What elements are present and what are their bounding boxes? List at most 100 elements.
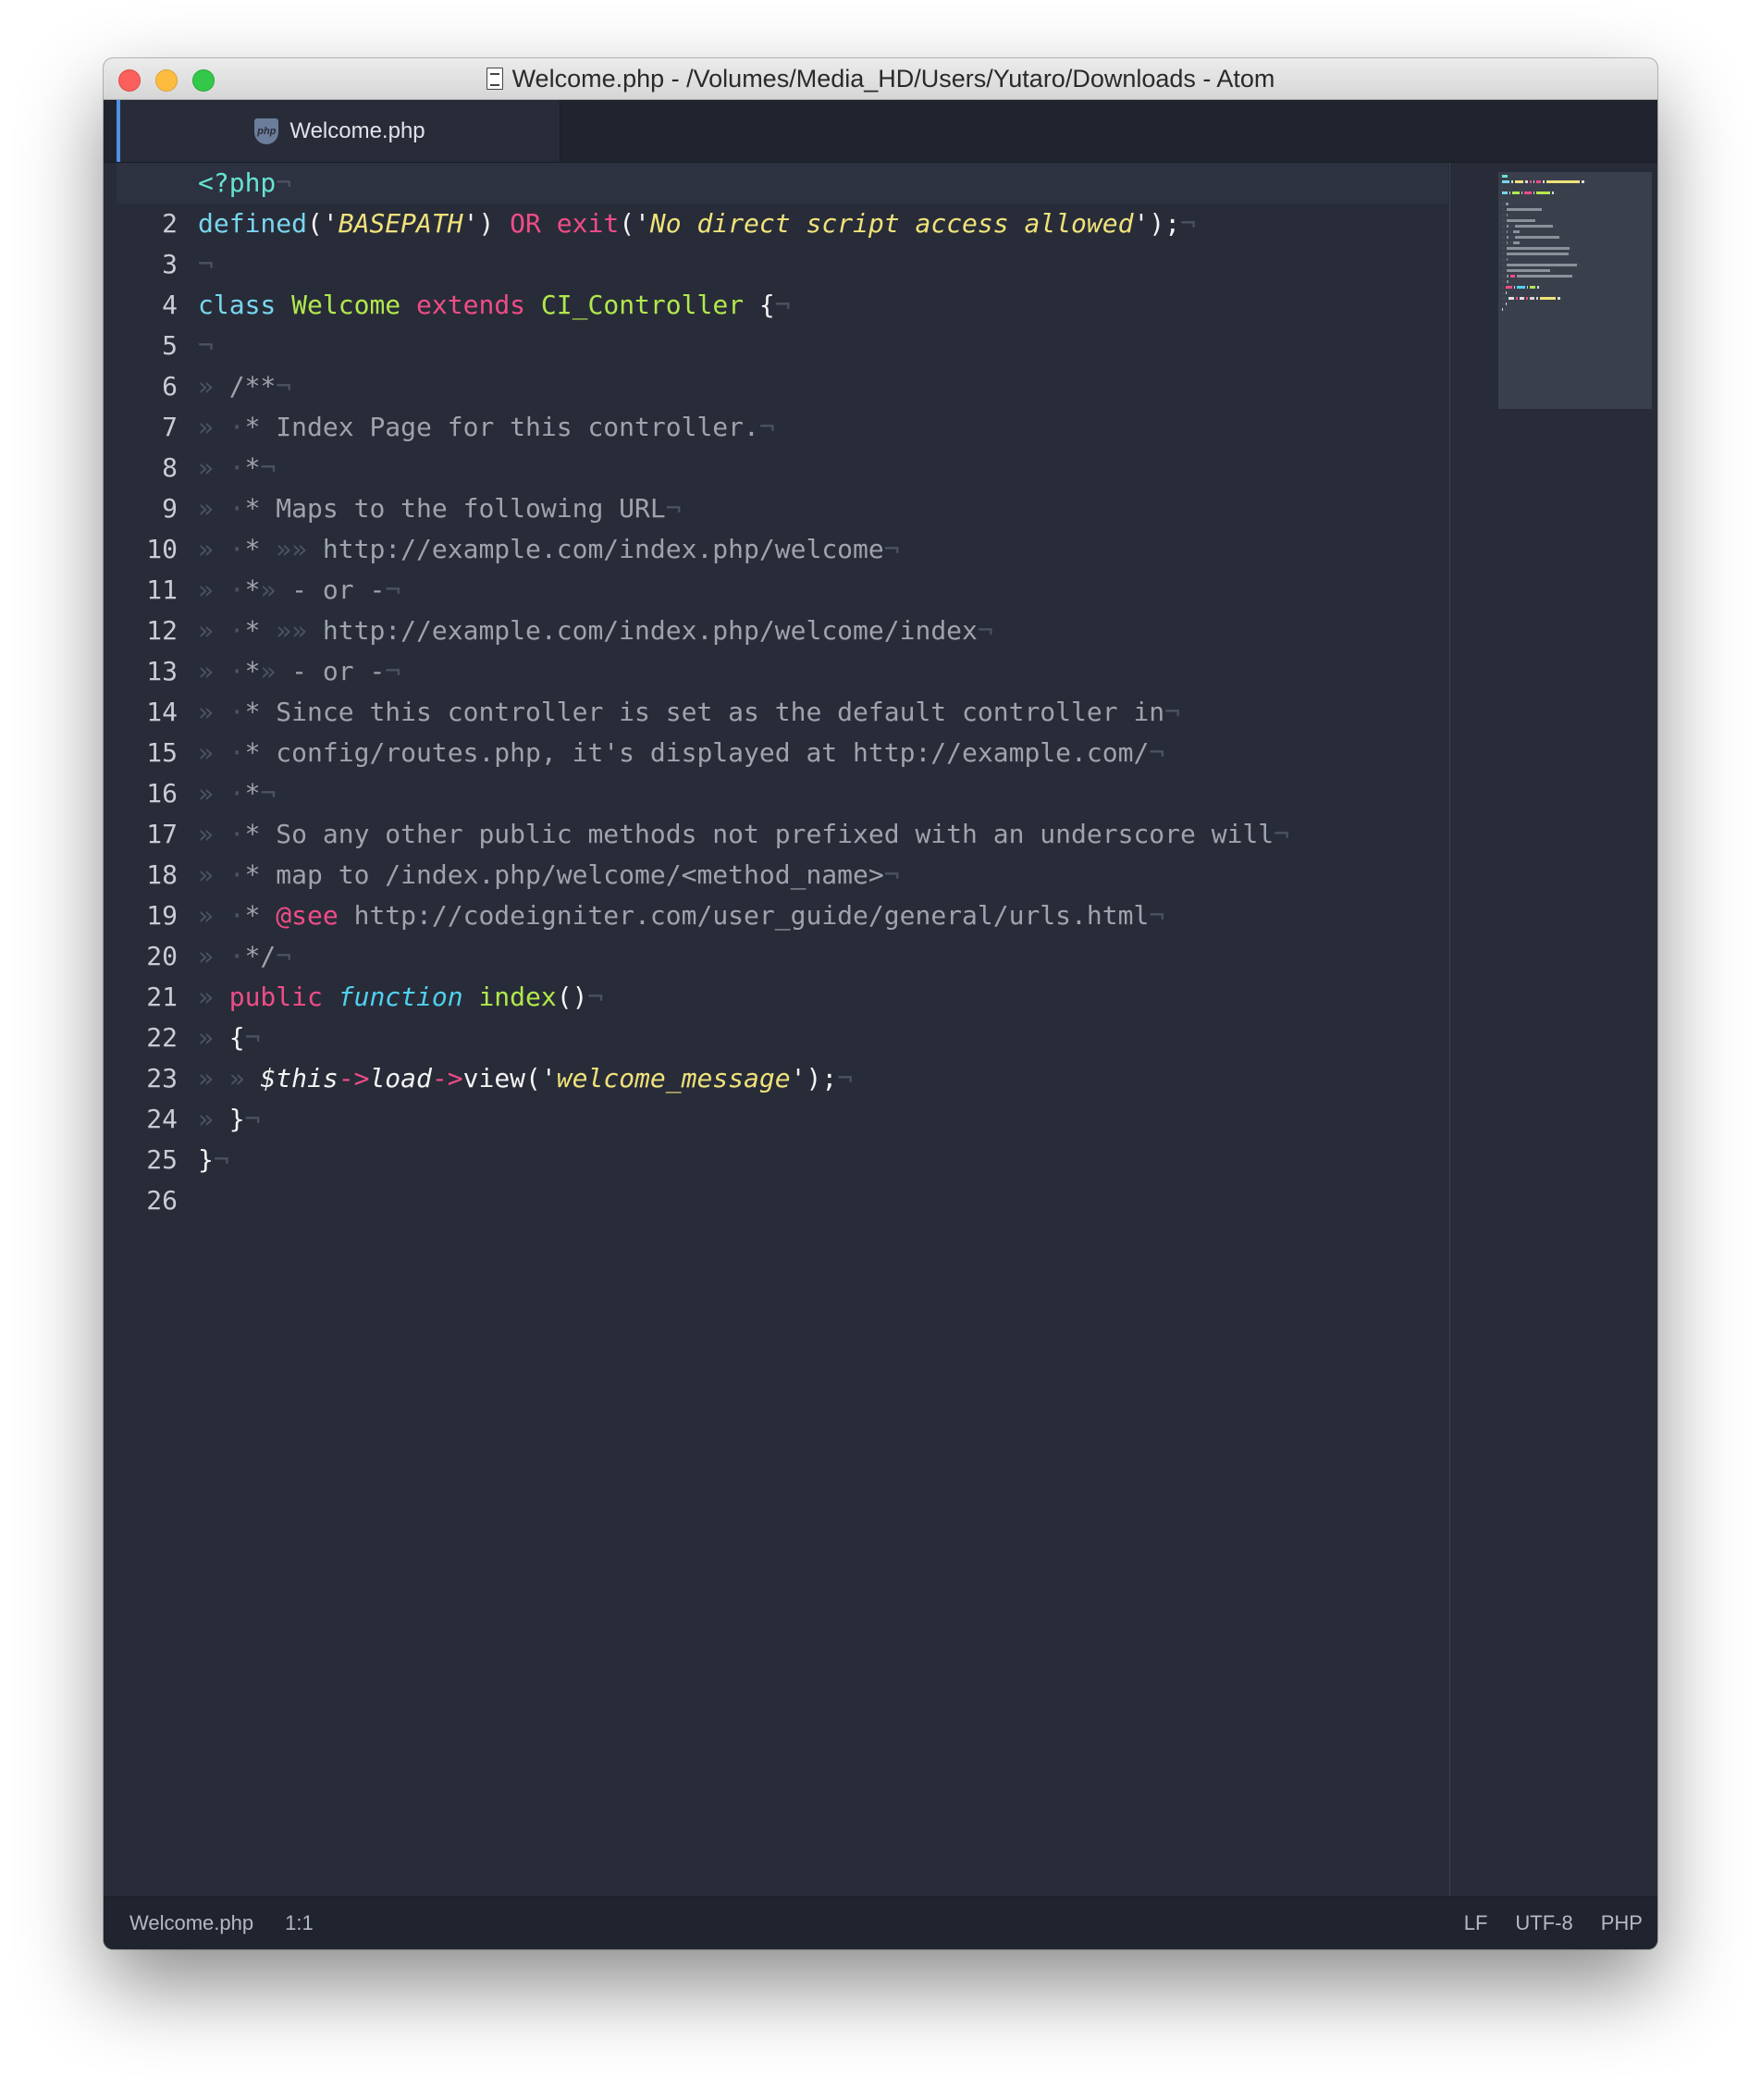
line-number[interactable]: 2: [117, 204, 181, 244]
code-token: ¬: [276, 371, 292, 401]
status-cursor-position[interactable]: 1:1: [285, 1911, 314, 1935]
code-line[interactable]: » ·* So any other public methods not pre…: [198, 814, 1448, 855]
code-token: defined: [198, 208, 308, 239]
code-line[interactable]: » ·* @see http://codeigniter.com/user_gu…: [198, 896, 1448, 936]
code-token: ¬: [244, 1022, 261, 1053]
line-number[interactable]: 23: [117, 1058, 181, 1099]
minimap-line: [1502, 241, 1652, 244]
code-token: (): [556, 982, 588, 1012]
code-token: » ·: [198, 859, 245, 890]
line-number[interactable]: 11: [117, 570, 181, 611]
code-token: *: [244, 900, 277, 931]
code-token: » ·: [198, 941, 245, 971]
status-grammar[interactable]: PHP: [1601, 1911, 1643, 1935]
line-number[interactable]: 9: [117, 488, 181, 529]
line-number-gutter[interactable]: 1234567891011121314151617181920212223242…: [117, 163, 181, 1896]
line-number[interactable]: 21: [117, 977, 181, 1018]
line-number[interactable]: 26: [117, 1180, 181, 1221]
code-token: * Since this controller is set as the de…: [244, 697, 1165, 727]
code-token: ');: [1133, 208, 1181, 239]
code-token: }: [228, 1104, 245, 1134]
code-line[interactable]: » /**¬: [198, 366, 1448, 407]
line-number[interactable]: 10: [117, 529, 181, 570]
line-number[interactable]: 12: [117, 611, 181, 651]
minimap[interactable]: [1498, 172, 1652, 409]
minimap-line: [1502, 219, 1652, 222]
code-line[interactable]: » ·*¬: [198, 448, 1448, 488]
line-number[interactable]: 5: [117, 326, 181, 366]
minimap-line: [1502, 214, 1652, 216]
window-title-wrap: Welcome.php - /Volumes/Media_HD/Users/Yu…: [104, 58, 1657, 99]
code-token: (': [525, 1063, 557, 1093]
code-line[interactable]: » » $this->load->view('welcome_message')…: [198, 1058, 1448, 1099]
text-editor[interactable]: 1234567891011121314151617181920212223242…: [117, 163, 1450, 1896]
code-line[interactable]: » ·* Index Page for this controller.¬: [198, 407, 1448, 448]
code-token: (': [307, 208, 339, 239]
code-token: * So any other public methods not prefix…: [244, 819, 1275, 849]
line-number[interactable]: 17: [117, 814, 181, 855]
tab-bar: php Welcome.php: [104, 100, 1657, 163]
code-token: *: [244, 615, 277, 646]
code-token: <?php: [198, 167, 277, 198]
code-token: ¬: [1164, 697, 1181, 727]
line-number[interactable]: 7: [117, 407, 181, 448]
code-line[interactable]: defined('BASEPATH') OR exit('No direct s…: [198, 204, 1448, 244]
status-encoding[interactable]: UTF-8: [1515, 1911, 1572, 1935]
line-number[interactable]: 8: [117, 448, 181, 488]
code-line[interactable]: » ·* Since this controller is set as the…: [198, 692, 1448, 733]
code-line[interactable]: » {¬: [198, 1018, 1448, 1058]
line-number[interactable]: 19: [117, 896, 181, 936]
minimap-line: [1502, 275, 1652, 278]
line-number[interactable]: 16: [117, 773, 181, 814]
code-line[interactable]: class Welcome extends CI_Controller {¬: [198, 285, 1448, 326]
title-bar: Welcome.php - /Volumes/Media_HD/Users/Yu…: [104, 58, 1657, 100]
line-number[interactable]: 24: [117, 1099, 181, 1140]
code-line[interactable]: <?php¬: [117, 163, 1448, 204]
line-number[interactable]: 6: [117, 366, 181, 407]
line-number[interactable]: 4: [117, 285, 181, 326]
code-token: » ·: [198, 615, 245, 646]
code-line[interactable]: » ·*¬: [198, 773, 1448, 814]
code-line[interactable]: ¬: [198, 326, 1448, 366]
line-number[interactable]: 25: [117, 1140, 181, 1180]
code-token: »: [198, 1104, 229, 1134]
code-line[interactable]: » ·* »» http://example.com/index.php/wel…: [198, 529, 1448, 570]
code-token: CI_Controller: [540, 290, 745, 320]
status-line-ending[interactable]: LF: [1464, 1911, 1488, 1935]
status-bar: Welcome.php 1:1 LF UTF-8 PHP: [104, 1896, 1657, 1949]
code-token: {: [228, 1022, 245, 1053]
code-area[interactable]: <?php¬ defined('BASEPATH') OR exit('No di…: [117, 163, 1448, 1896]
code-line[interactable]: » public function index()¬: [198, 977, 1448, 1018]
tab-welcome-php[interactable]: php Welcome.php: [117, 100, 560, 162]
code-token: ¬: [1149, 900, 1165, 931]
code-line[interactable]: » ·* map to /index.php/welcome/<method_n…: [198, 855, 1448, 896]
code-line[interactable]: [198, 1180, 1448, 1221]
code-line[interactable]: }¬: [198, 1140, 1448, 1180]
line-number[interactable]: 22: [117, 1018, 181, 1058]
code-line[interactable]: » ·* config/routes.php, it's displayed a…: [198, 733, 1448, 773]
code-line[interactable]: ¬: [198, 244, 1448, 285]
code-token: ¬: [260, 778, 277, 809]
minimap-line: [1502, 175, 1652, 178]
code-line[interactable]: » ·* »» http://example.com/index.php/wel…: [198, 611, 1448, 651]
code-token: »»: [276, 534, 323, 564]
code-token: ¬: [198, 249, 214, 279]
code-token: ¬: [276, 941, 292, 971]
line-number[interactable]: 15: [117, 733, 181, 773]
code-line[interactable]: » ·*/¬: [198, 936, 1448, 977]
code-line[interactable]: » ·*» - or -¬: [198, 651, 1448, 692]
line-number[interactable]: 3: [117, 244, 181, 285]
code-line[interactable]: » ·* Maps to the following URL¬: [198, 488, 1448, 529]
code-token: function: [338, 982, 463, 1012]
line-number[interactable]: 20: [117, 936, 181, 977]
status-file-name[interactable]: Welcome.php: [129, 1911, 253, 1935]
code-token: ¬: [977, 615, 993, 646]
code-token: ¬: [260, 452, 277, 483]
code-token: {: [744, 290, 775, 320]
line-number[interactable]: 14: [117, 692, 181, 733]
line-number[interactable]: 18: [117, 855, 181, 896]
code-line[interactable]: » }¬: [198, 1099, 1448, 1140]
line-number[interactable]: 13: [117, 651, 181, 692]
code-line[interactable]: » ·*» - or -¬: [198, 570, 1448, 611]
